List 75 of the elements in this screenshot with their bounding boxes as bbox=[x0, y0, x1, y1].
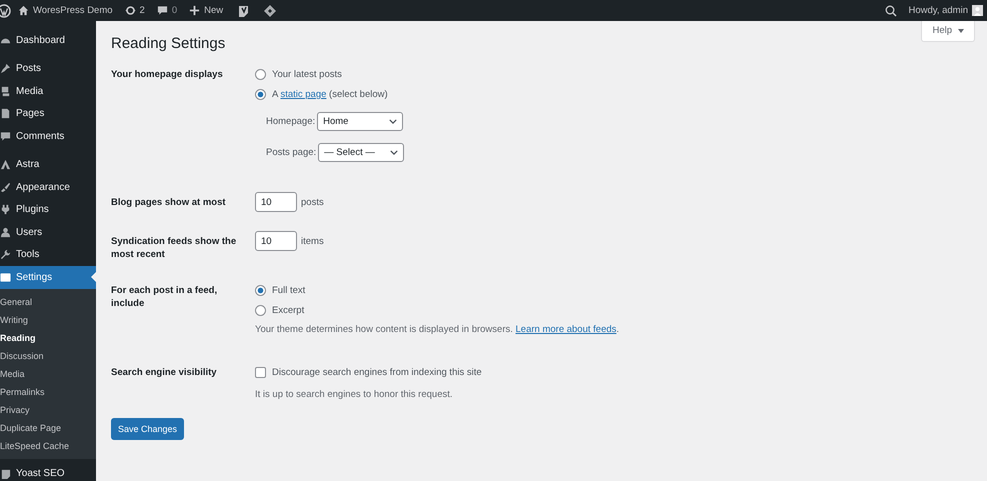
learn-more-link[interactable]: Learn more about feeds bbox=[516, 324, 616, 335]
help-tab[interactable]: Help bbox=[921, 21, 975, 42]
wordpress-logo-icon[interactable] bbox=[0, 4, 11, 18]
submenu-item[interactable]: Privacy bbox=[0, 400, 96, 418]
submenu-item[interactable]: Media bbox=[0, 364, 96, 382]
comments-link[interactable]: 0 bbox=[156, 5, 178, 16]
radio-label: Excerpt bbox=[272, 305, 304, 316]
submenu-item[interactable]: Permalinks bbox=[0, 382, 96, 400]
updates-link[interactable]: 2 bbox=[124, 5, 145, 16]
menu-item[interactable]: Posts bbox=[0, 58, 96, 80]
checkbox[interactable] bbox=[255, 367, 266, 378]
number-input[interactable]: 10 bbox=[255, 192, 297, 212]
dropdown-select[interactable]: — Select — bbox=[318, 142, 404, 162]
comment-icon bbox=[156, 5, 168, 16]
search-icon[interactable] bbox=[884, 4, 896, 16]
submenu-item[interactable]: Discussion bbox=[0, 346, 96, 364]
wrench-icon bbox=[0, 249, 11, 260]
save-changes-button[interactable]: Save Changes bbox=[111, 418, 184, 440]
menu-item[interactable]: Tools bbox=[0, 244, 96, 266]
number-input[interactable]: 10 bbox=[255, 231, 297, 251]
menu-item[interactable]: Media bbox=[0, 80, 96, 102]
setting-label: Your homepage displays bbox=[111, 68, 224, 82]
new-link[interactable]: New bbox=[189, 5, 224, 16]
menu-item[interactable]: Appearance bbox=[0, 176, 96, 198]
menu-item[interactable]: Pages bbox=[0, 102, 96, 125]
plug-icon bbox=[0, 204, 11, 216]
radio-button[interactable] bbox=[255, 89, 266, 100]
setting-label: Syndication feeds show the most recent bbox=[111, 235, 238, 261]
brush-icon bbox=[0, 182, 11, 193]
radio-label: A static page (select below) bbox=[272, 89, 388, 100]
description-text: It is up to search engines to honor this request. bbox=[255, 389, 454, 400]
submenu-item[interactable]: LiteSpeed Cache bbox=[0, 436, 96, 454]
dropdown-select[interactable]: Home bbox=[317, 112, 404, 130]
menu-item[interactable]: Plugins bbox=[0, 198, 96, 221]
menu-item[interactable]: Yoast SEO bbox=[0, 462, 96, 481]
submenu-item[interactable]: Reading bbox=[0, 328, 96, 346]
page-title: Reading Settings bbox=[111, 35, 226, 52]
unit-label: items bbox=[301, 236, 324, 246]
radio-button[interactable] bbox=[255, 69, 266, 80]
caret-icon bbox=[958, 28, 964, 32]
site-name-link[interactable]: WoresPress Demo bbox=[18, 5, 113, 16]
refresh-icon bbox=[124, 5, 136, 16]
radio-label: Full text bbox=[272, 285, 306, 296]
user-icon bbox=[0, 226, 11, 238]
pin-icon bbox=[0, 63, 11, 74]
diamond-icon[interactable] bbox=[263, 4, 278, 18]
select-label: Homepage: bbox=[266, 116, 316, 126]
page-icon bbox=[0, 108, 11, 120]
menu-item[interactable]: Users bbox=[0, 221, 96, 244]
media-icon bbox=[0, 86, 11, 97]
account-greeting[interactable]: Howdy, admin bbox=[908, 5, 968, 16]
radio-button[interactable] bbox=[255, 305, 266, 316]
menu-item[interactable]: Settings bbox=[0, 266, 96, 288]
menu-item[interactable]: Dashboard bbox=[0, 29, 96, 52]
plus-icon bbox=[189, 5, 200, 16]
static-page-link[interactable]: static page bbox=[280, 89, 326, 100]
menu-item[interactable]: Astra bbox=[0, 154, 96, 176]
checkbox-label: Discourage search engines from indexing this site bbox=[272, 367, 482, 378]
menu-item[interactable]: Comments bbox=[0, 125, 96, 148]
unit-label: posts bbox=[301, 196, 324, 208]
chevron-down-icon bbox=[390, 150, 398, 154]
setting-label: Blog pages show at most bbox=[111, 196, 227, 210]
radio-button[interactable] bbox=[255, 285, 266, 296]
description-text: Your theme determines how content is displayed in browsers. Learn more about feeds. bbox=[255, 324, 620, 335]
submenu-item[interactable]: Duplicate Page bbox=[0, 418, 96, 436]
select-label: Posts page: bbox=[266, 146, 316, 158]
setting-label: For each post in a feed, include bbox=[111, 284, 218, 311]
speech-bubble-icon bbox=[0, 130, 11, 142]
setting-label: Search engine visibility bbox=[111, 366, 218, 380]
home-icon bbox=[18, 5, 29, 16]
submenu-item[interactable]: General bbox=[0, 292, 96, 310]
chevron-down-icon bbox=[389, 118, 398, 124]
submenu-item[interactable]: Writing bbox=[0, 310, 96, 328]
triangle-icon bbox=[0, 159, 11, 170]
radio-label: Your latest posts bbox=[272, 69, 342, 80]
